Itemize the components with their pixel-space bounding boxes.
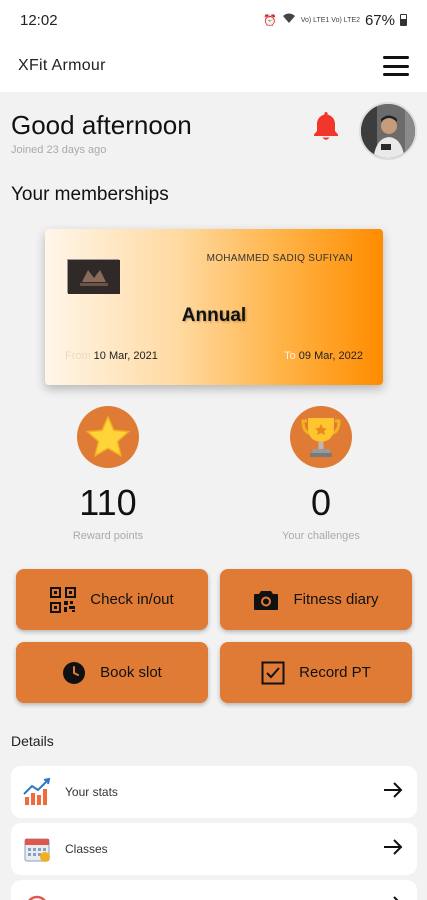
membership-end: To 09 Mar, 2022 — [284, 350, 363, 362]
bell-icon[interactable] — [312, 110, 340, 142]
reward-points-label: Reward points — [72, 530, 144, 542]
status-indicators: ⏰ Vo) LTE1 Vo) LTE2 67% — [263, 12, 407, 29]
joined-text: Joined 23 days ago — [11, 144, 107, 156]
check-in-out-button[interactable]: Check in/out — [16, 569, 208, 630]
details-title: Details — [11, 733, 54, 749]
status-bar: 12:02 ⏰ Vo) LTE1 Vo) LTE2 67% — [0, 0, 427, 40]
battery-percent: 67% — [364, 11, 395, 29]
from-label: From — [65, 350, 91, 362]
arrow-right-icon — [383, 895, 403, 900]
signal-text: Vo) LTE1 Vo) LTE2 — [300, 16, 360, 24]
reward-points-button[interactable] — [77, 406, 139, 468]
calendar-icon — [21, 833, 53, 865]
battery-icon — [400, 14, 407, 26]
status-time: 12:02 — [20, 11, 58, 29]
fitness-diary-button[interactable]: Fitness diary — [220, 569, 412, 630]
gym-logo — [67, 259, 120, 294]
wifi-icon — [282, 13, 296, 27]
fitness-diary-label: Fitness diary — [293, 591, 379, 608]
star-icon — [85, 415, 131, 458]
detail-item-classes[interactable]: Classes — [11, 823, 417, 875]
clock-icon — [63, 661, 86, 684]
arrow-right-icon — [383, 838, 403, 860]
to-date: 09 Mar, 2022 — [298, 350, 363, 362]
alarm-icon: ⏰ — [262, 14, 277, 27]
memberships-title: Your memberships — [11, 184, 169, 205]
detail-item-label: Your stats — [65, 785, 118, 799]
camera-icon — [254, 590, 279, 610]
challenges-label: Your challenges — [282, 530, 360, 542]
challenges-button[interactable] — [290, 406, 352, 468]
detail-item-label: Classes — [65, 842, 108, 856]
check-in-out-label: Check in/out — [90, 591, 174, 608]
qr-code-icon — [50, 586, 77, 613]
book-slot-label: Book slot — [100, 664, 162, 681]
detail-item-partial[interactable] — [11, 880, 417, 900]
hamburger-menu-icon[interactable] — [383, 56, 409, 76]
timer-icon — [21, 890, 53, 900]
from-date: 10 Mar, 2021 — [93, 350, 158, 362]
checkbox-icon — [261, 661, 285, 684]
greeting-title: Good afternoon — [11, 110, 192, 140]
detail-item-your-stats[interactable]: Your stats — [11, 766, 417, 818]
challenges-value: 0 — [310, 482, 332, 523]
reward-points-value: 110 — [79, 482, 137, 523]
stats-chart-icon — [21, 776, 53, 808]
member-name: MOHAMMED SADIQ SUFIYAN — [206, 253, 353, 264]
record-pt-label: Record PT — [299, 664, 371, 681]
trophy-icon — [301, 418, 341, 457]
book-slot-button[interactable]: Book slot — [16, 642, 208, 703]
to-label: To — [284, 350, 296, 362]
membership-card[interactable]: MOHAMMED SADIQ SUFIYAN Annual From 10 Mar… — [45, 229, 383, 385]
app-title: XFit Armour — [18, 57, 106, 74]
record-pt-button[interactable]: Record PT — [220, 642, 412, 703]
app-bar: XFit Armour — [0, 40, 427, 92]
avatar[interactable] — [359, 102, 417, 160]
plan-name: Annual — [181, 305, 247, 326]
arrow-right-icon — [383, 781, 403, 803]
membership-start: From 10 Mar, 2021 — [65, 350, 158, 362]
